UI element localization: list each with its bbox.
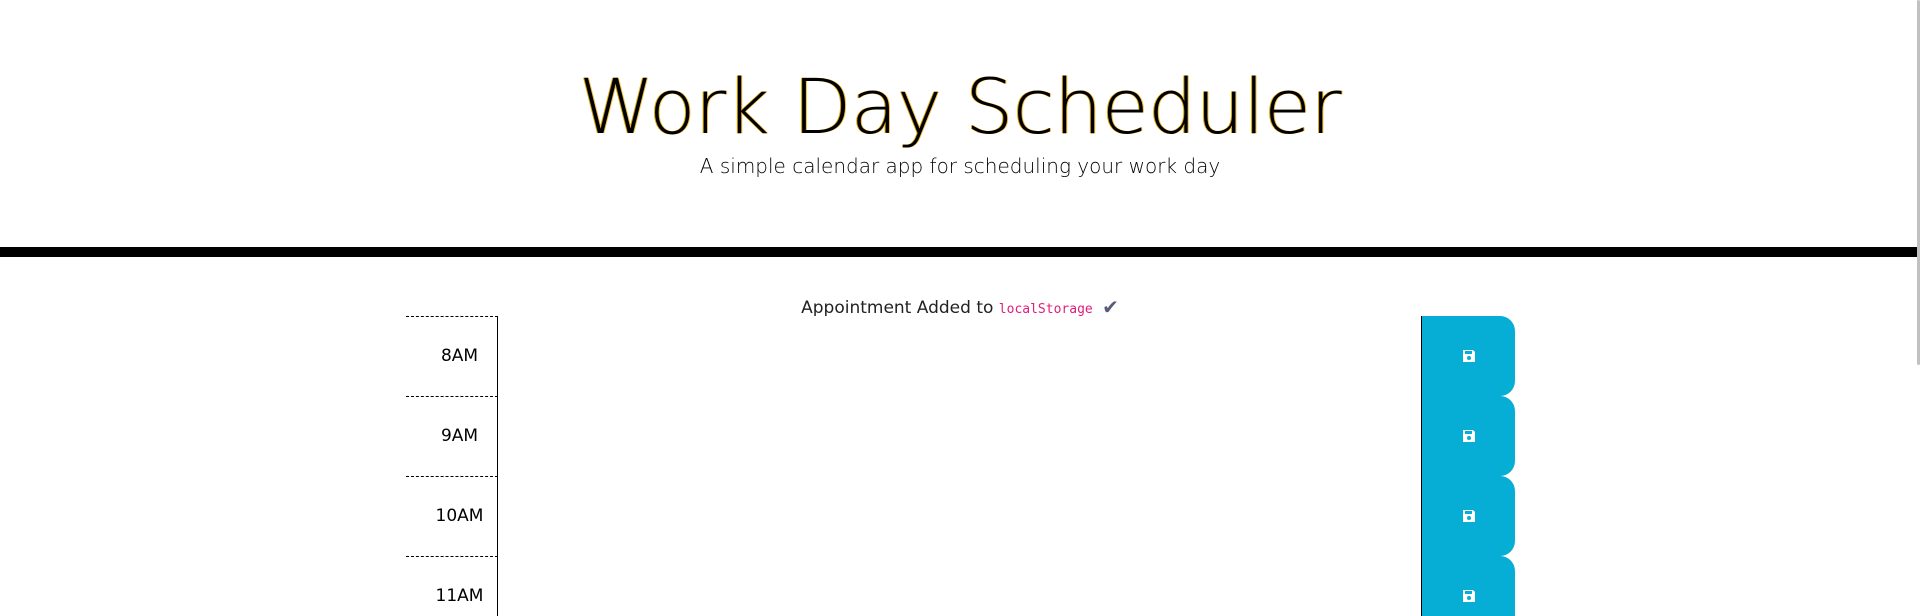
page-title: Work Day Scheduler [578,62,1342,151]
description-input[interactable] [498,316,1327,396]
notification-text: Appointment Added to [801,298,994,318]
time-block: 9AM [406,396,1515,476]
description-input[interactable] [498,396,1327,476]
notification-code: localStorage [998,302,1093,317]
schedule-container: 8AM 9AM 10AM 11AM [406,316,1515,616]
description-input[interactable] [498,556,1327,616]
save-icon [1462,350,1475,362]
time-block: 10AM [406,476,1515,556]
hour-label: 11AM [406,556,498,616]
save-button[interactable] [1421,556,1515,616]
save-button[interactable] [1421,396,1515,476]
time-block: 11AM [406,556,1515,616]
hour-label: 8AM [406,316,498,396]
page-subtitle: A simple calendar app for scheduling you… [699,154,1221,178]
description-input[interactable] [498,476,1327,556]
save-icon [1462,430,1475,442]
hour-label: 9AM [406,396,498,476]
header: Work Day Scheduler A simple calendar app… [0,0,1920,257]
save-icon [1462,590,1475,602]
time-block: 8AM [406,316,1515,396]
save-button[interactable] [1421,316,1515,396]
save-button[interactable] [1421,476,1515,556]
page: Work Day Scheduler A simple calendar app… [0,0,1920,616]
hour-label: 10AM [406,476,498,556]
save-icon [1462,510,1475,522]
